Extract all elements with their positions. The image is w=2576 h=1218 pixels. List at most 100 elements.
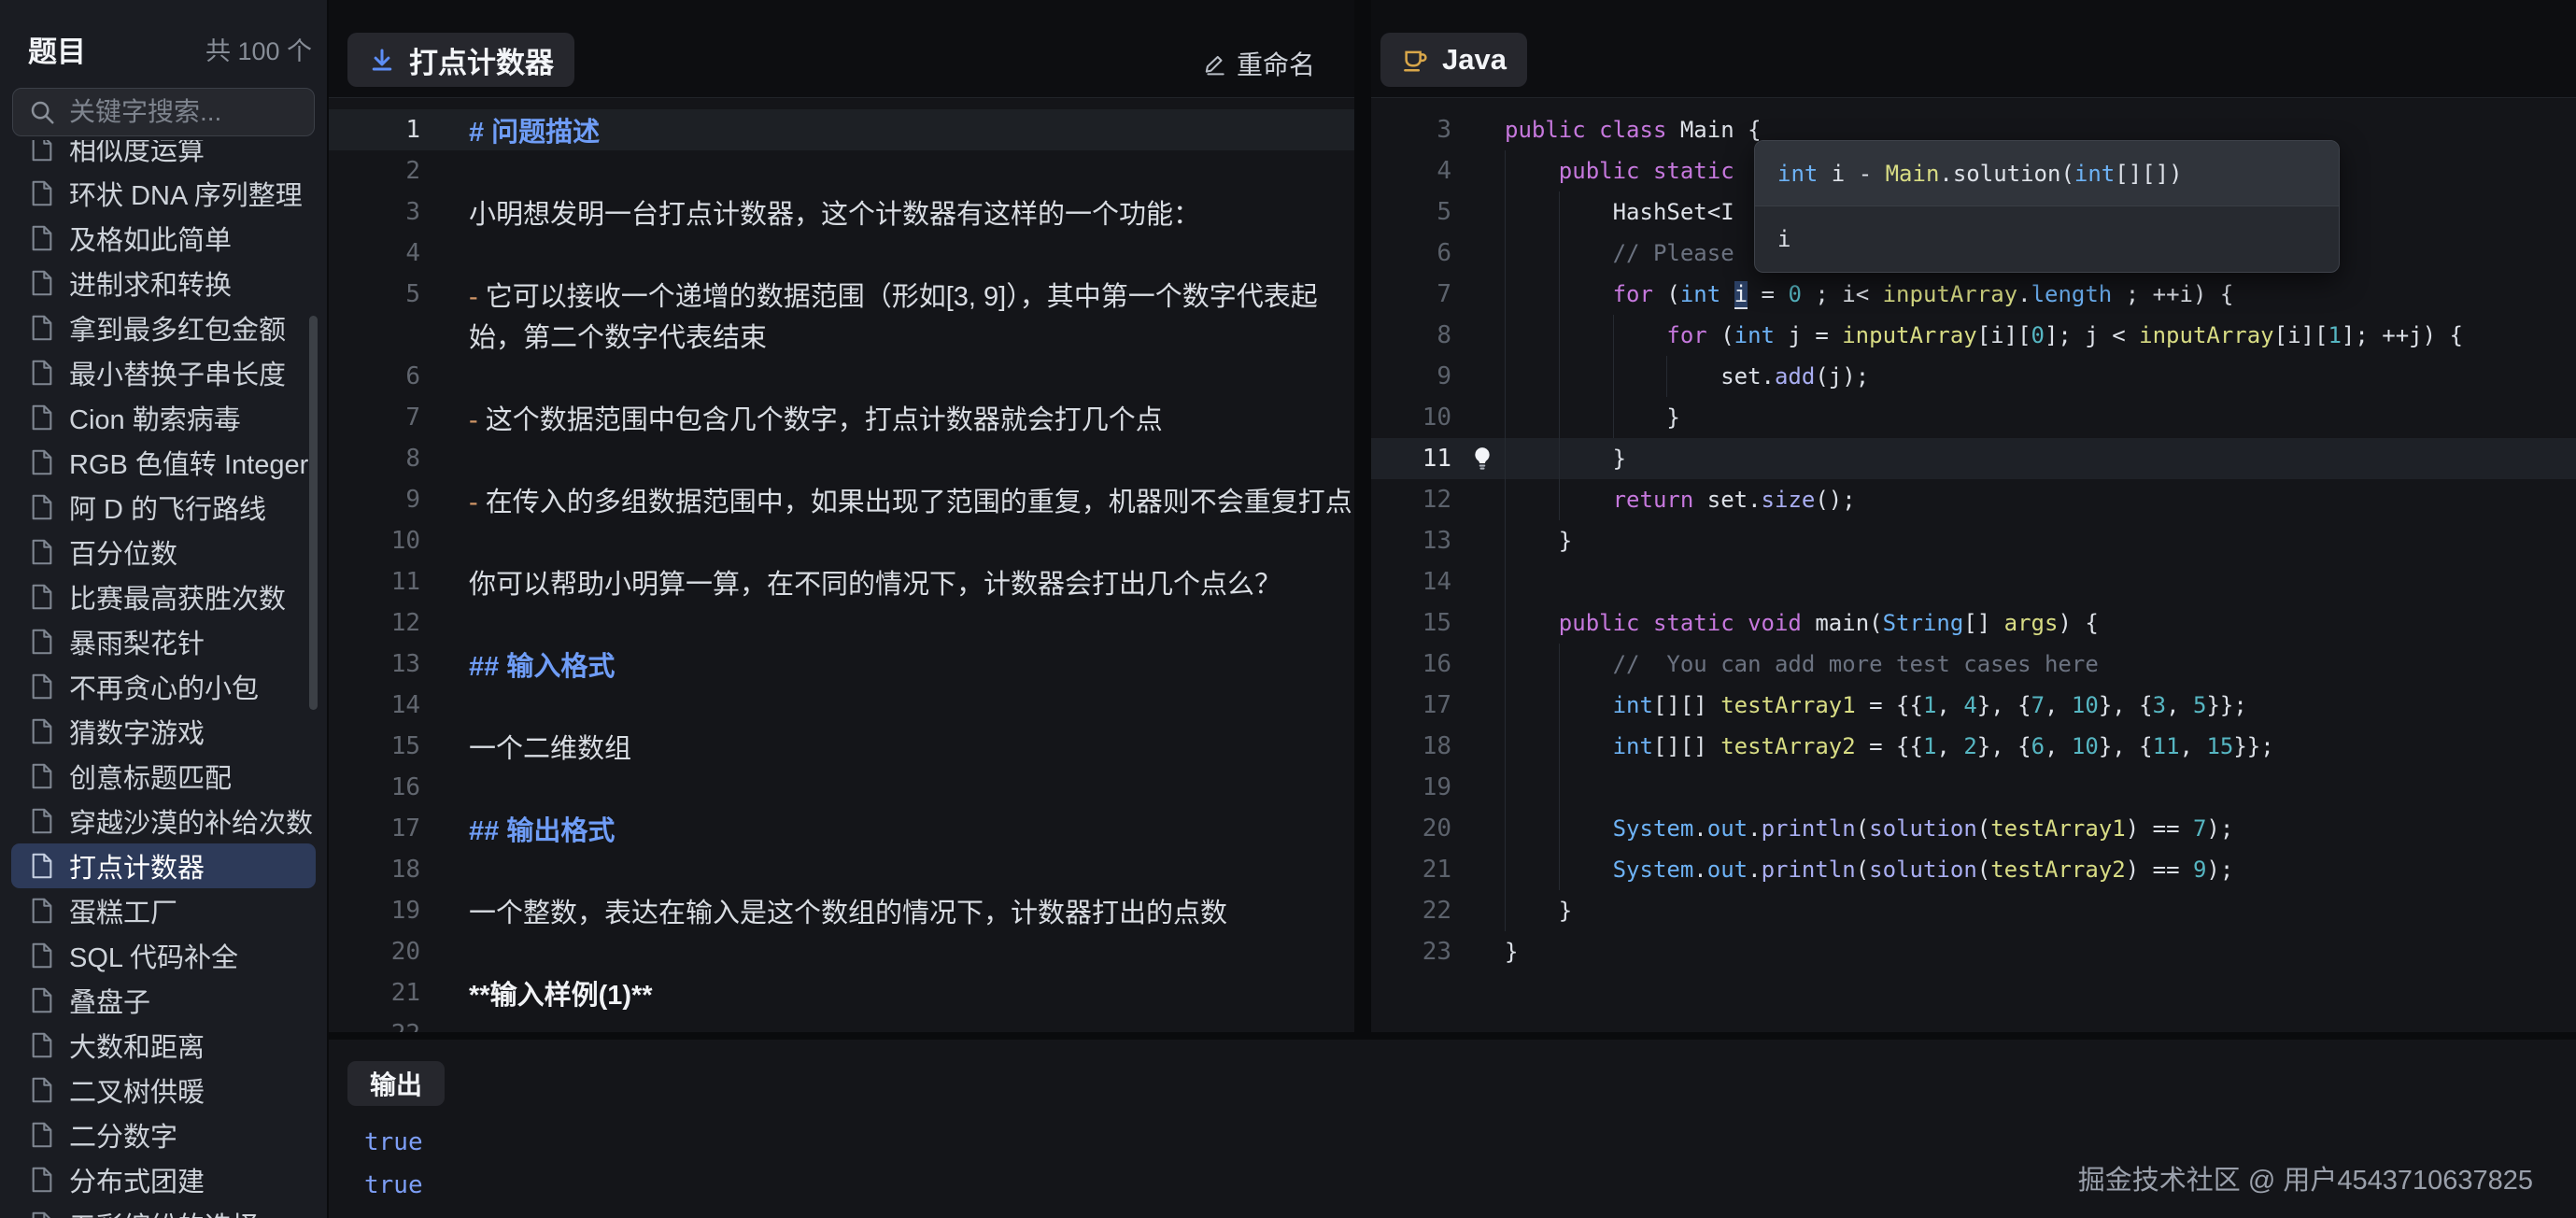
markdown-line[interactable]: 11 你可以帮助小明算一算，在不同的情况下，计数器会打出几个点么？ bbox=[329, 561, 1354, 602]
sidebar-item[interactable]: 相似度运算 bbox=[11, 140, 316, 171]
sidebar-item-label: 最小替换子串长度 bbox=[69, 353, 286, 392]
markdown-line[interactable]: 14 bbox=[329, 685, 1354, 726]
search-box[interactable] bbox=[12, 88, 315, 136]
code-line[interactable]: 8 for (int j = inputArray[i][0]; j < inp… bbox=[1371, 315, 2576, 356]
markdown-line[interactable]: 18 bbox=[329, 849, 1354, 890]
sidebar-item[interactable]: 百分位数 bbox=[11, 530, 316, 574]
indent-guide bbox=[1505, 150, 1506, 191]
rename-button[interactable]: 重命名 bbox=[1203, 45, 1315, 82]
markdown-line[interactable]: 10 bbox=[329, 520, 1354, 561]
code-line[interactable]: 10 } bbox=[1371, 397, 2576, 438]
sidebar-item[interactable]: 拿到最多红包金额 bbox=[11, 305, 316, 350]
lightbulb-icon[interactable] bbox=[1468, 445, 1496, 473]
sidebar-list: 相似度运算 环状 DNA 序列整理 及格如此简单 进制求和转换 拿到最多红包金额 bbox=[0, 140, 327, 1218]
document-icon bbox=[31, 1167, 53, 1193]
sidebar-item[interactable]: 大数和距离 bbox=[11, 1023, 316, 1068]
line-number: 5 bbox=[1371, 198, 1451, 226]
document-icon bbox=[31, 942, 53, 969]
markdown-line[interactable]: 2 bbox=[329, 150, 1354, 191]
line-text: **输入样例(1)** bbox=[469, 973, 653, 1013]
sidebar-item[interactable]: 猜数字游戏 bbox=[11, 709, 316, 754]
markdown-line[interactable]: 4 bbox=[329, 233, 1354, 274]
code-line[interactable]: 21 System.out.println(solution(testArray… bbox=[1371, 849, 2576, 890]
line-code: for (int j = inputArray[i][0]; j < input… bbox=[1505, 322, 2463, 348]
markdown-line[interactable]: 9 - 在传入的多组数据范围中，如果出现了范围的重复，机器则不会重复打点 bbox=[329, 479, 1354, 520]
document-icon bbox=[31, 225, 53, 251]
sidebar-item[interactable]: RGB 色值转 Integer bbox=[11, 440, 316, 485]
code-line[interactable]: 12 return set.size(); bbox=[1371, 479, 2576, 520]
code-line[interactable]: 22 } bbox=[1371, 890, 2576, 931]
sidebar-item[interactable]: Cion 勒索病毒 bbox=[11, 395, 316, 440]
code-line[interactable]: 15 public static void main(String[] args… bbox=[1371, 602, 2576, 644]
markdown-line[interactable]: 6 bbox=[329, 356, 1354, 397]
sidebar-item-label: 穿越沙漠的补给次数 bbox=[69, 801, 313, 841]
markdown-line[interactable]: 17 ## 输出格式 bbox=[329, 808, 1354, 849]
code-line[interactable]: 13 } bbox=[1371, 520, 2576, 561]
sidebar-scrollbar[interactable] bbox=[309, 316, 318, 710]
sidebar-item[interactable]: 不再贪心的小包 bbox=[11, 664, 316, 709]
code-line[interactable]: 19 bbox=[1371, 767, 2576, 808]
markdown-line[interactable]: 8 bbox=[329, 438, 1354, 479]
markdown-line[interactable]: 20 bbox=[329, 931, 1354, 972]
line-number: 17 bbox=[329, 814, 420, 843]
sidebar-item[interactable]: 比赛最高获胜次数 bbox=[11, 574, 316, 619]
line-number: 21 bbox=[1371, 856, 1451, 884]
indent-guide bbox=[1505, 315, 1506, 356]
markdown-line[interactable]: 21 **输入样例(1)** bbox=[329, 972, 1354, 1013]
markdown-line[interactable]: 13 ## 输入格式 bbox=[329, 644, 1354, 685]
markdown-line[interactable]: 15 一个二维数组 bbox=[329, 726, 1354, 767]
sidebar-item[interactable]: 创意标题匹配 bbox=[11, 754, 316, 799]
markdown-line[interactable]: 3 小明想发明一台打点计数器，这个计数器有这样的一个功能： bbox=[329, 191, 1354, 233]
line-text: # 问题描述 bbox=[469, 110, 600, 149]
sidebar-item[interactable]: 环状 DNA 序列整理 bbox=[11, 171, 316, 216]
indent-guide bbox=[1505, 233, 1506, 274]
sidebar-item[interactable]: 二分数字 bbox=[11, 1112, 316, 1157]
markdown-line[interactable]: 1 # 问题描述 bbox=[329, 109, 1354, 150]
output-tab[interactable]: 输出 bbox=[347, 1061, 445, 1106]
markdown-line[interactable]: 16 bbox=[329, 767, 1354, 808]
code-line[interactable]: 9 set.add(j); bbox=[1371, 356, 2576, 397]
sidebar-item[interactable]: SQL 代码补全 bbox=[11, 933, 316, 978]
code-line[interactable]: 23 } bbox=[1371, 931, 2576, 972]
problem-tab[interactable]: 打点计数器 bbox=[347, 33, 574, 87]
line-code: System.out.println(solution(testArray2) … bbox=[1505, 857, 2233, 883]
java-tab[interactable]: Java bbox=[1380, 33, 1527, 87]
code-line[interactable]: 11 } bbox=[1371, 438, 2576, 479]
markdown-line[interactable]: 5 - 它可以接收一个递增的数据范围（形如[3, 9]），其中第一个数字代表起 bbox=[329, 274, 1354, 315]
document-icon bbox=[31, 360, 53, 386]
sidebar-item[interactable]: 二叉树供暖 bbox=[11, 1068, 316, 1112]
markdown-line[interactable]: 22 bbox=[329, 1013, 1354, 1032]
code-line[interactable]: 7 for (int i = 0 ; i< inputArray.length … bbox=[1371, 274, 2576, 315]
sidebar-item[interactable]: 穿越沙漠的补给次数 bbox=[11, 799, 316, 843]
sidebar-item[interactable]: 最小替换子串长度 bbox=[11, 350, 316, 395]
code-line[interactable]: 14 bbox=[1371, 561, 2576, 602]
sidebar-item[interactable]: 打点计数器 bbox=[11, 843, 316, 888]
sidebar-item[interactable]: 暴雨梨花针 bbox=[11, 619, 316, 664]
indent-guide bbox=[1505, 726, 1506, 767]
markdown-line[interactable]: 7 - 这个数据范围中包含几个数字，打点计数器就会打几个点 bbox=[329, 397, 1354, 438]
indent-guide bbox=[1559, 767, 1560, 808]
sidebar-item[interactable]: 进制求和转换 bbox=[11, 261, 316, 305]
markdown-line[interactable]: 19 一个整数，表达在输入是这个数组的情况下，计数器打出的点数 bbox=[329, 890, 1354, 931]
sidebar-item-label: 相似度运算 bbox=[69, 140, 205, 168]
sidebar-item[interactable]: 五彩缤纷的选择 bbox=[11, 1202, 316, 1218]
line-code: } bbox=[1505, 404, 1680, 431]
sidebar-item[interactable]: 阿 D 的飞行路线 bbox=[11, 485, 316, 530]
indent-guide bbox=[1505, 890, 1506, 931]
code-line[interactable]: 16 // You can add more test cases here bbox=[1371, 644, 2576, 685]
sidebar-item[interactable]: 叠盘子 bbox=[11, 978, 316, 1023]
indent-guide bbox=[1559, 685, 1560, 726]
code-line[interactable]: 18 int[][] testArray2 = {{1, 2}, {6, 10}… bbox=[1371, 726, 2576, 767]
code-line[interactable]: 20 System.out.println(solution(testArray… bbox=[1371, 808, 2576, 849]
sidebar-item-label: 蛋糕工厂 bbox=[69, 891, 177, 930]
markdown-line[interactable]: 12 bbox=[329, 602, 1354, 644]
problem-editor[interactable]: 1 # 问题描述 2 3 小明想发明一台打点计数器，这个计数器有这样的一个功能：… bbox=[329, 97, 1354, 1032]
sidebar-item[interactable]: 分布式团建 bbox=[11, 1157, 316, 1202]
markdown-line[interactable]: 始，第二个数字代表结束 bbox=[329, 315, 1354, 356]
code-line[interactable]: 17 int[][] testArray1 = {{1, 4}, {7, 10}… bbox=[1371, 685, 2576, 726]
sidebar-item[interactable]: 及格如此简单 bbox=[11, 216, 316, 261]
line-number: 15 bbox=[329, 732, 420, 760]
document-icon bbox=[31, 1211, 53, 1218]
indent-guide bbox=[1559, 726, 1560, 767]
sidebar-item[interactable]: 蛋糕工厂 bbox=[11, 888, 316, 933]
